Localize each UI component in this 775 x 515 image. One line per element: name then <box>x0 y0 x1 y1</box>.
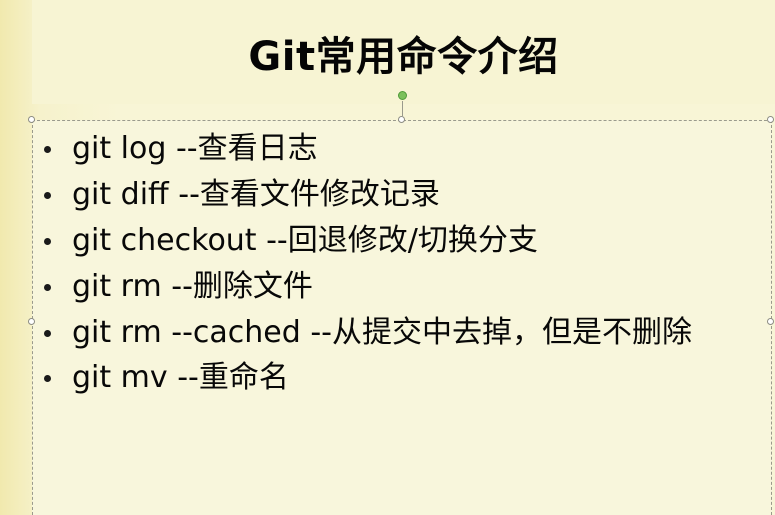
rotate-handle[interactable] <box>398 91 407 100</box>
resize-handle-top-center[interactable] <box>398 116 405 123</box>
bullet-text: git rm --cached --从提交中去掉，但是不删除 <box>72 315 692 350</box>
resize-handle-top-right[interactable] <box>767 116 774 123</box>
slide-title: Git常用命令介绍 <box>248 34 559 80</box>
bullet-text: git checkout --回退修改/切换分支 <box>72 223 538 258</box>
bullet-dot-icon <box>44 238 51 245</box>
bullet-text: git mv --重命名 <box>72 360 289 395</box>
rotate-stem <box>402 101 403 116</box>
bullet-item: git rm --cached --从提交中去掉，但是不删除 <box>36 310 766 355</box>
slide: Git常用命令介绍 git log --查看日志 git diff --查看文件… <box>0 0 775 515</box>
resize-handle-top-left[interactable] <box>28 116 35 123</box>
bullet-item: git diff --查看文件修改记录 <box>36 172 766 218</box>
bullet-dot-icon <box>44 192 51 199</box>
bullet-item: git rm --删除文件 <box>36 264 766 310</box>
bullet-item: git checkout --回退修改/切换分支 <box>36 218 766 264</box>
bullet-text: git diff --查看文件修改记录 <box>72 177 440 212</box>
title-placeholder[interactable]: Git常用命令介绍 <box>32 0 775 104</box>
bullet-dot-icon <box>44 284 51 291</box>
bullet-text: git rm --删除文件 <box>72 269 313 304</box>
bullet-dot-icon <box>44 146 51 153</box>
bullet-item: git log --查看日志 <box>36 126 766 172</box>
resize-handle-middle-right[interactable] <box>767 318 774 325</box>
resize-handle-middle-left[interactable] <box>28 318 35 325</box>
bullet-text: git log --查看日志 <box>72 131 318 166</box>
bullet-item: git mv --重命名 <box>36 355 766 401</box>
bullet-list: git log --查看日志 git diff --查看文件修改记录 git c… <box>36 126 766 401</box>
bullet-dot-icon <box>44 375 51 382</box>
bullet-dot-icon <box>44 330 51 337</box>
